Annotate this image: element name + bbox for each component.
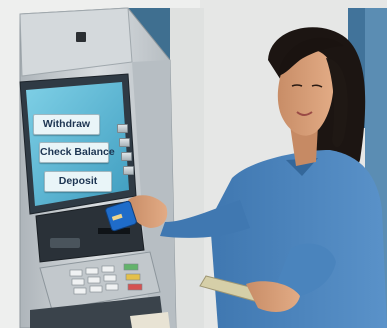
withdraw-button[interactable]: Withdraw xyxy=(33,114,100,135)
side-key-1[interactable] xyxy=(117,124,128,133)
side-key-4[interactable] xyxy=(123,166,134,175)
check-balance-button[interactable]: Check Balance xyxy=(39,142,115,163)
atm-scene: Withdraw Check Balance Deposit xyxy=(0,0,387,328)
deposit-button[interactable]: Deposit xyxy=(44,171,112,192)
blue-shirt xyxy=(210,150,387,328)
camera-lens xyxy=(76,32,86,42)
scene-illustration xyxy=(0,0,387,328)
side-key-3[interactable] xyxy=(121,152,132,161)
atm-machine xyxy=(19,7,177,328)
side-key-2[interactable] xyxy=(119,138,130,147)
